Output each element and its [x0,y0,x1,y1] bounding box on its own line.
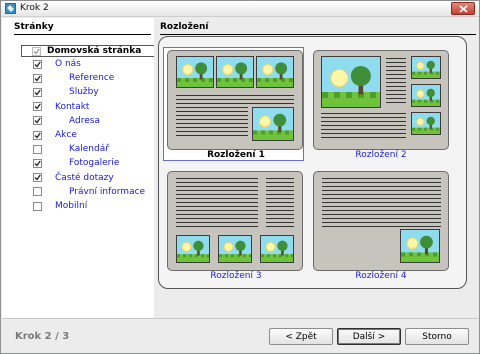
page-checkbox[interactable] [33,201,42,211]
page-checkbox[interactable] [33,73,42,83]
page-tree-label: Akce [55,130,77,140]
image-placeholder-icon [216,56,254,88]
layout-3-option[interactable] [167,171,303,271]
layouts-heading-rule [160,34,476,35]
page-checkbox[interactable] [33,87,42,97]
layout-2-option[interactable] [313,50,449,150]
page-tree-label: Služby [69,87,99,98]
page-checkbox[interactable] [33,59,42,69]
layout-1-option[interactable] [167,50,303,150]
image-placeholder-icon [256,56,294,88]
image-placeholder-icon [411,112,441,135]
layout-options-frame: Rozložení 1 Rozložení 2 Rozložení 3 Rozl… [158,36,467,289]
pages-panel: Stránky Domovská stránka O nás Reference Sl… [2,18,158,318]
page-tree-item[interactable]: Časté dotazy [33,172,114,184]
checkmark-icon [34,160,41,167]
page-checkbox[interactable] [33,144,42,154]
image-placeholder-icon [176,235,210,263]
image-placeholder-icon [411,84,441,107]
page-tree-label: Kontakt [55,101,90,112]
page-tree-item[interactable]: Mobilní [33,200,87,212]
image-placeholder-icon [252,107,294,141]
page-tree-label: Reference [69,73,115,84]
image-placeholder-icon [400,229,440,263]
page-tree-item[interactable]: Kalendář [33,143,109,155]
checkmark-icon [34,89,41,96]
layout-2-label[interactable]: Rozložení 2 [306,150,456,160]
layouts-heading: Rozložení [160,22,209,32]
page-tree-label: Fotogalerie [69,158,120,169]
footer-separator [2,318,478,319]
checkmark-icon [34,103,41,110]
cancel-button[interactable]: Storno [405,328,469,345]
layouts-panel: Rozložení Rozložení 1 Rozložení 2 Rozlož… [154,18,479,318]
image-placeholder-icon [321,56,381,108]
title-bar: Krok 2 [1,1,479,17]
image-placeholder-icon [411,56,441,79]
page-tree-label: Adresa [69,115,100,126]
layout-4-label[interactable]: Rozložení 4 [306,271,456,281]
checkmark-icon [34,61,41,68]
page-tree-label: Právní informace [69,186,146,197]
app-icon [5,3,16,14]
pages-heading-rule [14,34,151,35]
back-button[interactable]: < Zpět [269,328,333,345]
image-placeholder-icon [260,235,294,263]
page-checkbox[interactable] [33,116,42,126]
page-tree-item[interactable]: Akce [33,129,77,141]
close-icon [459,5,468,13]
page-checkbox[interactable] [33,102,42,112]
image-placeholder-icon [218,235,252,263]
page-tree-label: Kalendář [69,144,109,155]
page-tree-item[interactable]: Kontakt [33,101,89,113]
page-checkbox[interactable] [33,158,42,168]
page-checkbox[interactable] [33,187,42,197]
page-tree-item[interactable]: Služby [33,86,99,98]
close-button[interactable] [451,2,475,15]
image-placeholder-icon [176,56,214,88]
page-tree-label: Domovská stránka [47,46,142,56]
next-button[interactable]: Další > [337,328,401,345]
step-indicator: Krok 2 / 3 [15,331,70,342]
page-tree-label: O nás [55,59,81,69]
window-title: Krok 2 [20,3,49,13]
page-tree-item[interactable]: Domovská stránka [32,45,141,57]
page-tree-label: Časté dotazy [55,172,114,183]
layout-4-option[interactable] [313,171,449,271]
page-checkbox[interactable] [33,130,42,140]
pages-heading: Stránky [14,22,54,32]
wizard-window: Krok 2 Stránky Domovská stránka O nás Refe… [0,0,480,354]
checkmark-icon [34,75,41,82]
page-checkbox [32,46,41,56]
page-tree-item[interactable]: O nás [33,58,81,70]
checkmark-icon [34,132,41,139]
layout-3-label[interactable]: Rozložení 3 [161,271,311,281]
checkmark-icon [34,117,41,124]
checkmark-icon [34,174,41,181]
page-tree-label: Mobilní [55,201,88,211]
page-tree-item[interactable]: Reference [33,72,114,84]
page-tree-item[interactable]: Fotogalerie [33,157,119,169]
page-tree-item[interactable]: Adresa [33,115,100,127]
page-checkbox[interactable] [33,173,42,183]
page-tree-item[interactable]: Právní informace [33,186,145,198]
checkmark-icon [33,48,40,55]
layout-1-label[interactable]: Rozložení 1 [161,150,311,160]
